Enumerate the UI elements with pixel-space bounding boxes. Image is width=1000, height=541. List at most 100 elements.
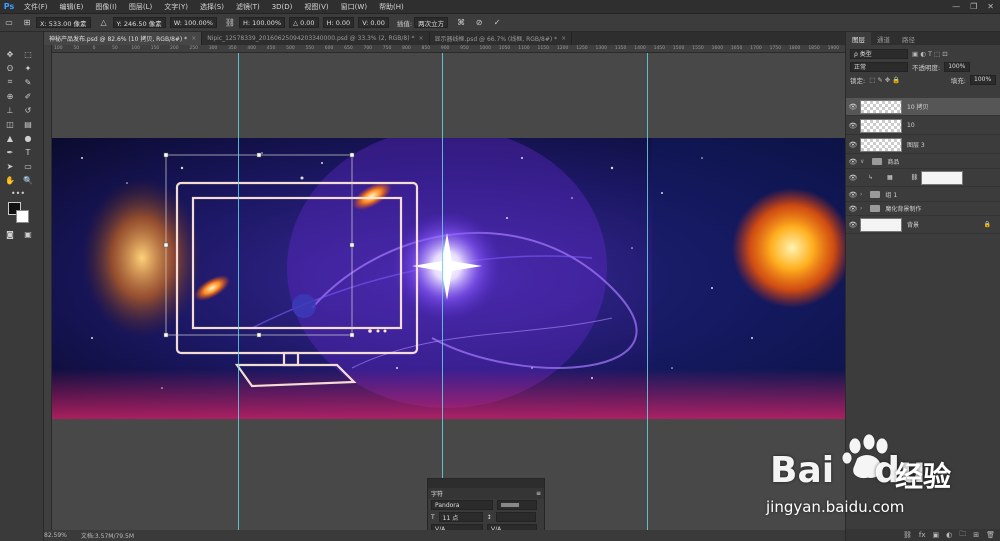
menu-help[interactable]: 帮助(H) (373, 2, 410, 12)
visibility-eye-icon[interactable]: 👁 (846, 174, 860, 182)
character-tab[interactable]: 字符 ≡ (428, 488, 544, 499)
menu-image[interactable]: 图像(I) (89, 2, 123, 12)
layer-group-row[interactable]: 👁 ∨ 商品 (846, 155, 1000, 169)
fill-field[interactable]: 100% (970, 74, 996, 85)
angle-field[interactable]: △ 0.00 (289, 17, 319, 28)
lock-icons[interactable]: ⬚ ✎ ✥ 🔒 (869, 76, 900, 84)
opacity-field[interactable]: 100% (944, 61, 971, 72)
hskew-field[interactable]: H: 0.00 (322, 17, 355, 28)
more-tools-icon[interactable]: ••• (11, 187, 25, 199)
tab-document-3[interactable]: 显示器线框.psd @ 66.7% (线框, RGB/8#) * × (430, 32, 573, 45)
add-mask-icon[interactable]: ▣ (933, 531, 940, 539)
close-icon[interactable]: ✕ (987, 2, 994, 11)
x-field[interactable]: X: 533.00 像素 (36, 17, 91, 28)
canvas-area[interactable] (52, 53, 845, 530)
width-field[interactable]: W: 100.00% (169, 17, 217, 28)
layer-filter-select[interactable]: ρ 类型 (850, 48, 908, 59)
healing-brush-icon[interactable]: ⊕ (4, 90, 16, 102)
zoom-level[interactable]: 82.59% (44, 532, 67, 539)
visibility-eye-icon[interactable]: 👁 (846, 191, 860, 199)
marquee-tool-icon[interactable]: ⬚ (22, 48, 34, 60)
interpolation-select[interactable]: 两次立方 (414, 17, 449, 28)
height-field[interactable]: H: 100.00% (238, 17, 286, 28)
visibility-eye-icon[interactable]: 👁 (846, 158, 860, 166)
layer-row[interactable]: 👁 ↳ ▦ ⛓ (846, 169, 1000, 187)
brush-tool-icon[interactable]: ✐ (22, 90, 34, 102)
magic-wand-icon[interactable]: ✦ (22, 62, 34, 74)
expand-chevron-icon[interactable]: › (860, 191, 862, 198)
tab-document-2[interactable]: Nipic_12578339_20160625094203340000.psd … (202, 32, 430, 45)
font-style-select[interactable] (497, 500, 537, 510)
crop-tool-icon[interactable]: ⌗ (4, 76, 16, 88)
restore-icon[interactable]: ❐ (970, 2, 977, 11)
visibility-eye-icon[interactable]: 👁 (846, 103, 860, 111)
link-layers-icon[interactable]: ⛓ (903, 531, 912, 539)
layer-mask-thumbnail[interactable] (921, 170, 964, 185)
leading-field[interactable] (495, 512, 536, 522)
quick-mask-icon[interactable]: ◙ (4, 228, 16, 240)
visibility-eye-icon[interactable]: 👁 (846, 122, 860, 130)
eyedropper-icon[interactable]: ✎ (22, 76, 34, 88)
new-layer-icon[interactable]: ⊞ (973, 531, 979, 539)
filter-icons[interactable]: ▣ ◐ T ⬚ ⊡ (912, 50, 948, 58)
layer-row[interactable]: 👁 10 (846, 117, 1000, 135)
menu-view[interactable]: 视图(V) (298, 2, 334, 12)
font-size-field[interactable]: 11 点 (438, 512, 483, 522)
menu-layer[interactable]: 图层(L) (123, 2, 158, 12)
trash-icon[interactable]: 🗑 (986, 531, 995, 539)
close-icon[interactable]: × (561, 35, 566, 42)
panel-header[interactable] (428, 479, 544, 488)
type-tool-icon[interactable]: T (22, 146, 34, 158)
tab-layers[interactable]: 图层 (846, 32, 871, 45)
reference-point-icon[interactable]: ⊞ (21, 17, 33, 29)
vskew-field[interactable]: V: 0.00 (358, 17, 389, 28)
screen-mode-icon[interactable]: ▣ (22, 228, 34, 240)
tab-channels[interactable]: 通道 (871, 32, 896, 45)
delta-icon[interactable]: △ (98, 17, 110, 29)
y-field[interactable]: Y: 246.50 像素 (112, 17, 166, 28)
tab-paths[interactable]: 路径 (896, 32, 921, 45)
guide-line[interactable] (238, 53, 239, 530)
dodge-tool-icon[interactable]: ● (22, 132, 34, 144)
visibility-eye-icon[interactable]: 👁 (846, 205, 860, 213)
close-icon[interactable]: × (418, 35, 423, 42)
expand-chevron-icon[interactable]: › (860, 205, 862, 212)
font-family-select[interactable]: Pandora (431, 500, 493, 510)
rectangle-tool-icon[interactable]: ▭ (22, 160, 34, 172)
menu-3d[interactable]: 3D(D) (266, 3, 299, 11)
layer-row[interactable]: 👁 图层 3 (846, 136, 1000, 154)
warp-icon[interactable]: ⌘ (455, 17, 467, 29)
pen-tool-icon[interactable]: ✒ (4, 146, 16, 158)
cancel-transform-icon[interactable]: ⊘ (473, 17, 485, 29)
history-brush-icon[interactable]: ↺ (22, 104, 34, 116)
guide-line[interactable] (647, 53, 648, 530)
eraser-icon[interactable]: ◫ (4, 118, 16, 130)
layer-group-row[interactable]: 👁 › 魔化背景制作 (846, 202, 1000, 216)
panel-menu-icon[interactable]: ≡ (536, 490, 541, 497)
tab-document-1[interactable]: 神秘产品发布.psd @ 82.6% (10 拷贝, RGB/8#) * × (44, 32, 203, 45)
guide-line[interactable] (442, 53, 443, 530)
blend-mode-select[interactable]: 正常 (850, 61, 908, 72)
blur-tool-icon[interactable]: ▲ (4, 132, 16, 144)
hand-tool-icon[interactable]: ✋ (4, 174, 16, 186)
menu-edit[interactable]: 编辑(E) (54, 2, 90, 12)
layer-row[interactable]: 👁 10 拷贝 (846, 98, 1000, 116)
menu-filter[interactable]: 滤镜(T) (230, 2, 266, 12)
link-icon[interactable]: ⛓ (224, 17, 236, 29)
expand-chevron-icon[interactable]: ∨ (860, 158, 864, 165)
menu-select[interactable]: 选择(S) (194, 2, 230, 12)
layer-row[interactable]: 👁 背景 🔒 (846, 216, 1000, 234)
tool-preset-icon[interactable]: ▭ (3, 17, 15, 29)
lasso-tool-icon[interactable]: ʘ (4, 62, 16, 74)
background-color-swatch[interactable] (16, 210, 29, 223)
move-tool-icon[interactable]: ✥ (4, 48, 16, 60)
close-icon[interactable]: × (191, 35, 196, 42)
path-select-icon[interactable]: ➤ (4, 160, 16, 172)
adjustment-layer-icon[interactable]: ◐ (946, 531, 952, 539)
commit-transform-icon[interactable]: ✓ (491, 17, 503, 29)
horizontal-ruler[interactable]: 100 50 0 50 100 150 200 250 300 350 400 450 500 550 60… (52, 45, 845, 53)
fx-icon[interactable]: fx (919, 531, 926, 539)
minimize-icon[interactable]: — (952, 2, 960, 11)
gradient-icon[interactable]: ▤ (22, 118, 34, 130)
visibility-eye-icon[interactable]: 👁 (846, 141, 860, 149)
